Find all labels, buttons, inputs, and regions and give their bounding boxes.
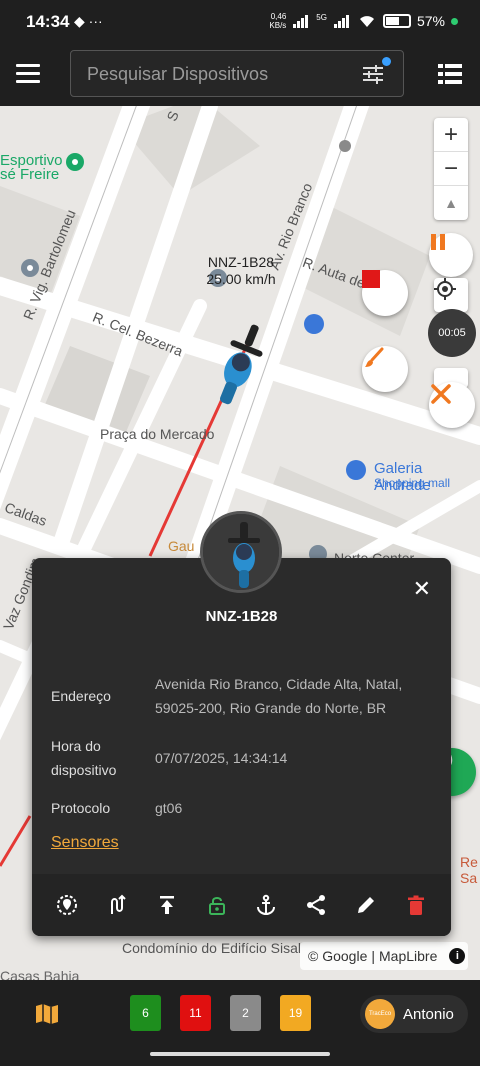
wifi-icon bbox=[359, 16, 374, 27]
protocol-label: Protocolo bbox=[51, 800, 111, 816]
route-icon[interactable] bbox=[102, 890, 132, 920]
device-time-row: Hora do dispositivo 07/07/2025, 14:34:14 bbox=[51, 734, 431, 782]
map-label-shopping: Shopping mall bbox=[374, 476, 451, 490]
tools-icon bbox=[431, 384, 451, 404]
sensors-link[interactable]: Sensores bbox=[51, 834, 119, 852]
signal-5g-label: 5G bbox=[316, 12, 327, 22]
user-name: Antonio bbox=[403, 1005, 454, 1023]
map-label-gau: Gau bbox=[168, 538, 195, 554]
edit-icon[interactable] bbox=[351, 890, 381, 920]
geofence-icon[interactable] bbox=[52, 890, 82, 920]
address-label: Endereço bbox=[51, 688, 111, 704]
map-label-casas-bahia: Casas Bahia bbox=[0, 968, 80, 980]
protocol-value: gt06 bbox=[155, 800, 183, 816]
menu-icon[interactable] bbox=[16, 64, 40, 84]
pause-button[interactable] bbox=[429, 233, 473, 277]
net-speed: 0,46 KB/s bbox=[269, 12, 286, 30]
device-time-label: Hora do dispositivo bbox=[51, 738, 117, 778]
zoom-control: + − ▲ bbox=[434, 118, 468, 220]
filter-active-dot bbox=[382, 57, 391, 66]
status-count-unknown[interactable]: 2 bbox=[230, 995, 261, 1031]
zoom-in-button[interactable]: + bbox=[434, 118, 468, 152]
map-attribution: © Google | MapLibre i bbox=[300, 942, 468, 970]
map-label-jose-freire: sé Freire bbox=[0, 166, 60, 183]
stop-icon bbox=[362, 270, 380, 288]
signal-icon-2 bbox=[333, 15, 349, 28]
status-count-stopped[interactable]: 19 bbox=[280, 995, 311, 1031]
protocol-row: Protocolo gt06 bbox=[51, 796, 431, 820]
top-bar: Pesquisar Dispositivos bbox=[0, 44, 480, 106]
vehicle-label: NNZ-1B28 25.00 km/h bbox=[196, 254, 286, 288]
map-label-praca: Praça do Mercado bbox=[100, 426, 215, 442]
attribution-separator: | bbox=[371, 948, 375, 964]
battery-percent: 57% bbox=[416, 13, 445, 29]
my-location-button[interactable] bbox=[434, 278, 468, 312]
stop-button[interactable] bbox=[362, 270, 408, 316]
attribution-maplibre[interactable]: MapLibre bbox=[379, 948, 437, 964]
address-value: Avenida Rio Branco, Cidade Alta, Natal, … bbox=[155, 676, 403, 716]
popup-title: NNZ-1B28 bbox=[205, 608, 278, 625]
address-row: Endereço Avenida Rio Branco, Cidade Alta… bbox=[51, 672, 431, 720]
anchor-icon[interactable] bbox=[251, 890, 281, 920]
device-popup: NNZ-1B28 ✕ Endereço Avenida Rio Branco, … bbox=[32, 558, 451, 936]
filter-icon[interactable] bbox=[363, 65, 383, 84]
net-speed-value: 0,46 bbox=[270, 12, 287, 21]
device-list-icon[interactable] bbox=[438, 64, 462, 84]
pause-icon bbox=[431, 234, 445, 250]
status-bar: 14:34 ◆ ··· 0,46 KB/s 5G 57% bbox=[0, 0, 480, 44]
brush-icon bbox=[365, 347, 384, 367]
delete-icon[interactable] bbox=[401, 890, 431, 920]
crosshair-icon bbox=[434, 278, 456, 300]
status-count-offline[interactable]: 11 bbox=[180, 995, 211, 1031]
device-avatar bbox=[200, 511, 282, 593]
vehicle-label-speed: 25.00 km/h bbox=[206, 271, 276, 287]
tools-button[interactable] bbox=[429, 382, 475, 428]
bottom-bar: 6 11 2 19 TracEco Antonio bbox=[0, 980, 480, 1066]
map-icon[interactable] bbox=[34, 1002, 60, 1031]
map-label-condominio: Condomínio do Edifício Sisal bbox=[122, 940, 301, 956]
map-label-re: Re bbox=[460, 854, 478, 870]
lock-icon[interactable] bbox=[202, 890, 232, 920]
home-indicator[interactable] bbox=[150, 1052, 330, 1056]
search-placeholder: Pesquisar Dispositivos bbox=[87, 64, 269, 84]
status-time: 14:34 bbox=[26, 12, 70, 31]
search-input[interactable]: Pesquisar Dispositivos bbox=[70, 50, 404, 97]
compass-button[interactable]: ▲ bbox=[434, 186, 468, 220]
info-icon[interactable]: i bbox=[449, 948, 466, 964]
battery-icon bbox=[382, 14, 411, 28]
vehicle-label-name: NNZ-1B28 bbox=[207, 254, 275, 270]
close-icon[interactable]: ✕ bbox=[413, 576, 431, 602]
signal-icon bbox=[293, 15, 309, 28]
share-icon[interactable] bbox=[301, 890, 331, 920]
user-chip[interactable]: TracEco Antonio bbox=[360, 995, 468, 1033]
brush-button[interactable] bbox=[362, 346, 408, 392]
net-speed-unit: KB/s bbox=[269, 21, 287, 30]
status-count-online[interactable]: 6 bbox=[130, 995, 161, 1031]
map-label-sa: Sa bbox=[460, 870, 478, 886]
user-logo: TracEco bbox=[365, 999, 395, 1029]
attribution-google: © Google bbox=[308, 948, 368, 964]
recording-timer: 00:05 bbox=[428, 309, 476, 357]
privacy-dot-icon bbox=[451, 17, 458, 25]
status-right: 0,46 KB/s 5G 57% bbox=[269, 12, 458, 30]
motorcycle-marker-icon[interactable] bbox=[214, 322, 264, 412]
zoom-out-button[interactable]: − bbox=[434, 152, 468, 186]
send-command-icon[interactable] bbox=[152, 890, 182, 920]
device-time-value: 07/07/2025, 14:34:14 bbox=[155, 750, 288, 766]
notification-icons: ◆ ··· bbox=[74, 13, 103, 29]
popup-actions bbox=[32, 874, 451, 936]
